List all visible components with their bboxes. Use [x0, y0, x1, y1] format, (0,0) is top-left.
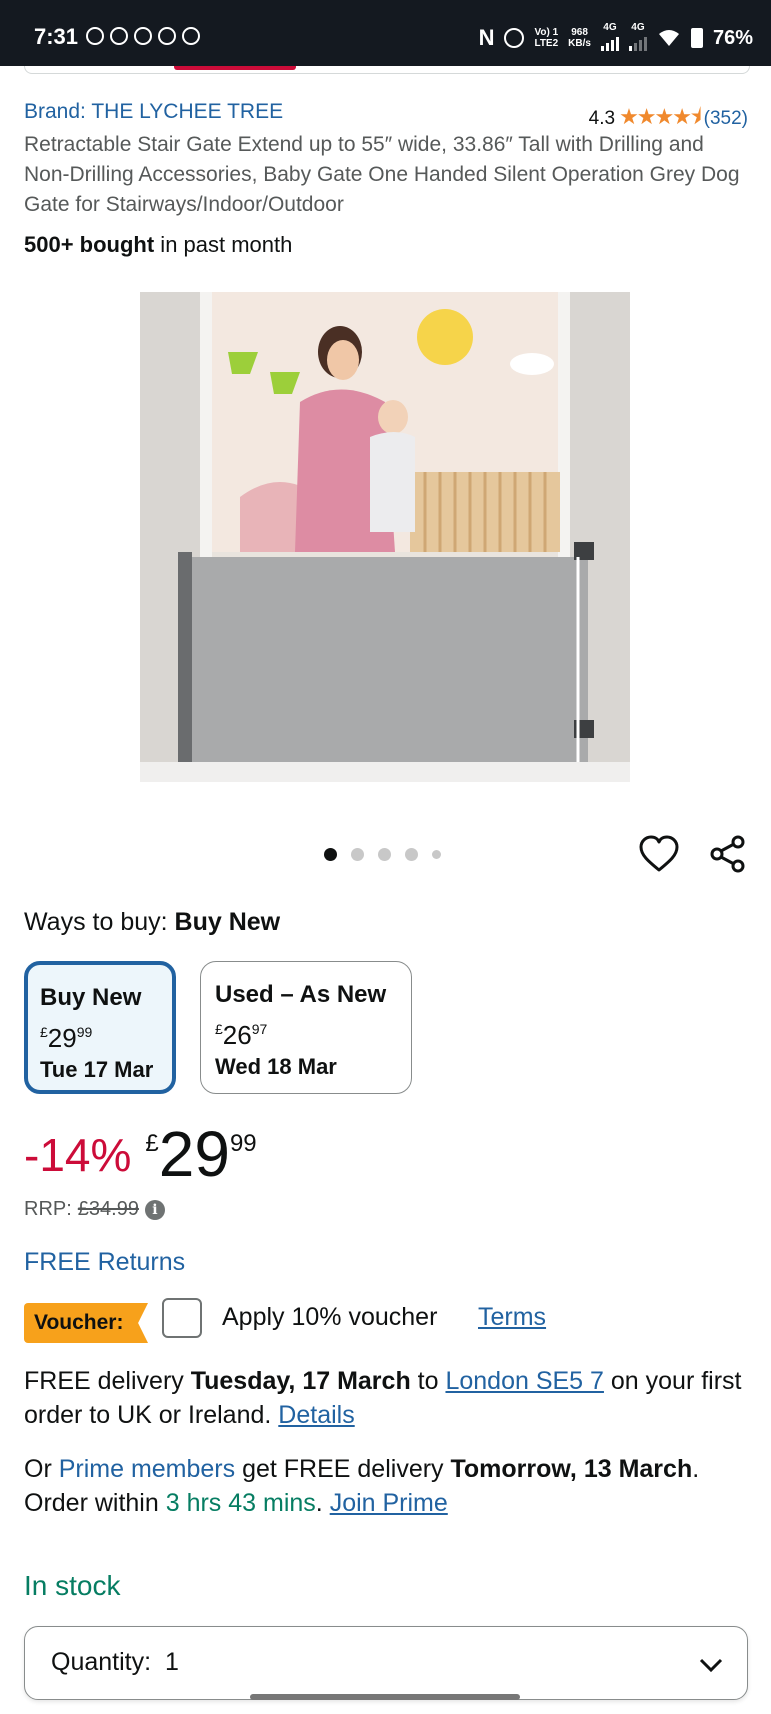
info-icon[interactable]: i: [144, 1199, 165, 1220]
status-right: N Vo) 1 LTE2 968 KB/s 4G 4G 76%: [479, 22, 753, 54]
order-countdown: 3 hrs 43 mins: [165, 1489, 316, 1517]
share-icon[interactable]: [708, 834, 748, 874]
voucher-checkbox[interactable]: [162, 1298, 202, 1338]
notification-icons: [86, 27, 200, 45]
product-photo: [140, 292, 630, 782]
rating-count[interactable]: (352): [704, 108, 748, 130]
messenger-icon: [110, 27, 128, 45]
signal-2: 4G: [628, 22, 647, 54]
nfc-icon: N: [478, 25, 495, 50]
alarm-icon: [504, 28, 525, 48]
discount-percent: -14%: [24, 1129, 132, 1181]
option-price: £2697: [215, 1020, 268, 1050]
stock-status: In stock: [24, 1570, 121, 1601]
battery-icon: [690, 28, 703, 48]
game-icon: [134, 27, 152, 45]
price-fraction: 99: [229, 1130, 257, 1157]
signal-1: 4G: [600, 22, 619, 54]
option-date: Wed 18 Mar: [215, 1054, 337, 1079]
carousel-dot[interactable]: [324, 848, 337, 861]
carousel-dot[interactable]: [432, 850, 441, 859]
wishlist-heart-icon[interactable]: [638, 834, 680, 874]
used-as-new-option[interactable]: Used – As New £2697 Wed 18 Mar: [200, 961, 412, 1094]
free-returns-link[interactable]: FREE Returns: [24, 1248, 185, 1277]
rrp: RRP: £34.99 i: [24, 1198, 165, 1221]
prime-members-link[interactable]: Prime members: [59, 1455, 235, 1483]
carousel-dot[interactable]: [378, 848, 391, 861]
product-title: Retractable Stair Gate Extend up to 55″ …: [24, 133, 740, 216]
option-price: £2999: [40, 1023, 93, 1053]
status-bar: 7:31 N Vo) 1 LTE2 968 KB/s 4G 4G 76%: [0, 0, 771, 66]
quantity-value: 1: [164, 1648, 179, 1676]
voucher-badge: Voucher:: [24, 1303, 148, 1343]
ways-to-buy: Ways to buy: Buy New: [24, 908, 281, 936]
option-label: Buy New: [40, 984, 142, 1011]
speed-indicator: 968 KB/s: [568, 27, 591, 49]
delivery-details-link[interactable]: Details: [278, 1401, 354, 1429]
carousel-strip-accent: [174, 66, 296, 70]
rating-value: 4.3: [588, 108, 616, 129]
carousel-dot[interactable]: [405, 848, 418, 861]
rrp-value: £34.99: [77, 1198, 139, 1220]
whatsapp-icon: [86, 27, 104, 45]
signal-bars-icon: [600, 33, 619, 51]
carousel-dot[interactable]: [351, 848, 364, 861]
quantity-label: Quantity: 1: [51, 1648, 179, 1676]
status-time: 7:31: [34, 24, 79, 49]
telegram-icon: [158, 27, 176, 45]
buy-new-option[interactable]: Buy New £2999 Tue 17 Mar: [24, 961, 176, 1094]
price-currency: £: [145, 1130, 159, 1157]
delivery-location-link[interactable]: London SE5 7: [445, 1367, 603, 1395]
option-date: Tue 17 Mar: [40, 1057, 154, 1082]
battery-percent: 76%: [712, 26, 753, 49]
delivery-info: FREE delivery Tuesday, 17 March to Londo…: [24, 1367, 742, 1429]
chevron-down-icon: [699, 1658, 723, 1673]
join-prime-link[interactable]: Join Prime: [330, 1489, 448, 1517]
product-image[interactable]: [140, 292, 630, 782]
bought-count: 500+ bought in past month: [24, 232, 293, 257]
wifi-icon: [658, 30, 679, 46]
prime-delivery-info: Or Prime members get FREE delivery Tomor…: [24, 1455, 700, 1517]
price-block: -14% £ 29 99: [24, 1118, 257, 1190]
image-carousel-dots[interactable]: [324, 848, 441, 861]
voucher-terms-link[interactable]: Terms: [478, 1303, 546, 1332]
carousel-strip: [24, 66, 750, 74]
network-indicator: Vo) 1 LTE2: [534, 27, 559, 49]
price-whole: 29: [158, 1118, 230, 1190]
signal-bars-icon: [628, 33, 647, 51]
brand-link[interactable]: Brand: THE LYCHEE TREE: [24, 100, 283, 124]
facebook-icon: [182, 27, 200, 45]
home-indicator[interactable]: [250, 1694, 520, 1700]
quantity-select[interactable]: Quantity: 1: [24, 1626, 748, 1700]
option-label: Used – As New: [215, 981, 387, 1008]
voucher-text[interactable]: Apply 10% voucher: [222, 1303, 437, 1332]
